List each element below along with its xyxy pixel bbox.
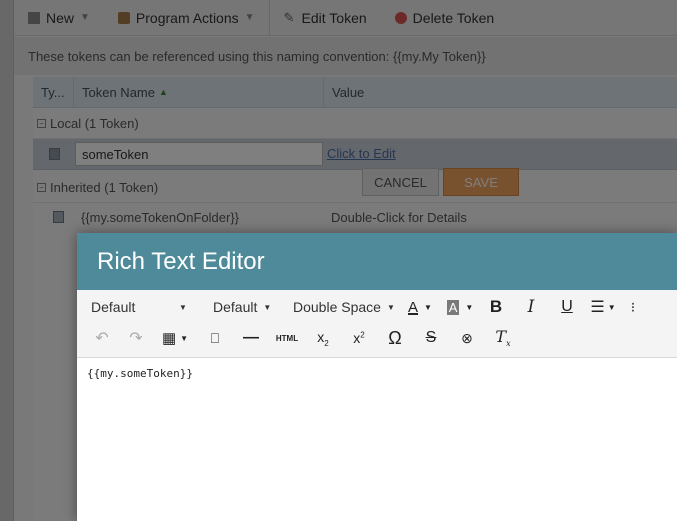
align-button[interactable]: ☰ ▼ (583, 294, 623, 320)
font-color-icon: A (408, 298, 419, 316)
editor-text[interactable]: {{my.someToken}} (87, 367, 667, 380)
list-icon: ⁝ (630, 298, 636, 315)
undo-icon: ↶ (95, 330, 109, 347)
subscript-button[interactable]: x2 (305, 325, 341, 351)
dialog-title: Rich Text Editor (77, 233, 677, 290)
redo-button[interactable]: ↷ (119, 325, 153, 351)
chevron-down-icon: ▼ (386, 302, 395, 312)
clear-format-icon: Tx (495, 327, 511, 349)
special-character-button[interactable]: Ω (377, 325, 413, 351)
subscript-icon: x2 (317, 328, 329, 348)
strikethrough-button[interactable]: S (413, 325, 449, 351)
background-color-icon: A (446, 299, 460, 315)
list-button[interactable]: ⁝ (623, 294, 643, 320)
font-family-value: Default (91, 299, 136, 315)
horizontal-rule-icon: — (243, 329, 259, 346)
chevron-down-icon: ▼ (607, 302, 616, 312)
chevron-down-icon: ▼ (180, 333, 189, 343)
editor-toolbar: Default ▼ Default ▼ Double Space ▼ A ▼ A… (77, 290, 677, 358)
redo-icon: ↷ (129, 330, 143, 347)
bold-button[interactable]: B (481, 294, 511, 320)
html-icon: HTML (275, 333, 299, 343)
table-icon: ▦ (161, 330, 177, 347)
superscript-button[interactable]: x2 (341, 325, 377, 351)
line-spacing-select[interactable]: Double Space ▼ (279, 299, 401, 315)
html-source-button[interactable]: HTML (269, 325, 305, 351)
font-size-value: Default (213, 299, 258, 315)
bold-icon: B (489, 297, 503, 316)
toolbar-row-1: Default ▼ Default ▼ Double Space ▼ A ▼ A… (77, 292, 643, 322)
underline-button[interactable]: U (551, 294, 583, 320)
rich-text-editor-dialog: Rich Text Editor Default ▼ Default ▼ Dou… (77, 233, 677, 521)
font-size-select[interactable]: Default ▼ (199, 299, 279, 315)
italic-icon: I (527, 297, 535, 317)
horizontal-rule-button[interactable]: — (233, 325, 269, 351)
strikethrough-icon: S (425, 329, 437, 346)
background-color-button[interactable]: A ▼ (439, 294, 481, 320)
chevron-down-icon: ▼ (465, 302, 474, 312)
undo-button[interactable]: ↶ (85, 325, 119, 351)
font-color-button[interactable]: A ▼ (401, 294, 439, 320)
italic-button[interactable]: I (511, 294, 551, 320)
font-family-select[interactable]: Default ▼ (77, 299, 199, 315)
bookmark-button[interactable]: ⎕ (197, 325, 233, 351)
toolbar-row-2: ↶ ↷ ▦ ▼ ⎕ — HTML x2 x2 Ω S ⊗ Tx (77, 323, 521, 353)
clear-format-button[interactable]: Tx (485, 325, 521, 351)
superscript-icon: x2 (353, 330, 365, 346)
find-button[interactable]: ⊗ (449, 325, 485, 351)
chevron-down-icon: ▼ (424, 302, 432, 312)
align-left-icon: ☰ (590, 299, 605, 316)
underline-icon: U (561, 298, 573, 315)
chevron-down-icon: ▼ (263, 302, 272, 312)
editor-content-area[interactable]: {{my.someToken}} (77, 358, 677, 521)
binoculars-icon: ⊗ (461, 329, 473, 346)
bookmark-icon: ⎕ (210, 329, 220, 346)
omega-icon: Ω (388, 327, 402, 348)
table-button[interactable]: ▦ ▼ (153, 325, 197, 351)
line-spacing-value: Double Space (293, 299, 381, 315)
chevron-down-icon: ▼ (179, 302, 187, 312)
